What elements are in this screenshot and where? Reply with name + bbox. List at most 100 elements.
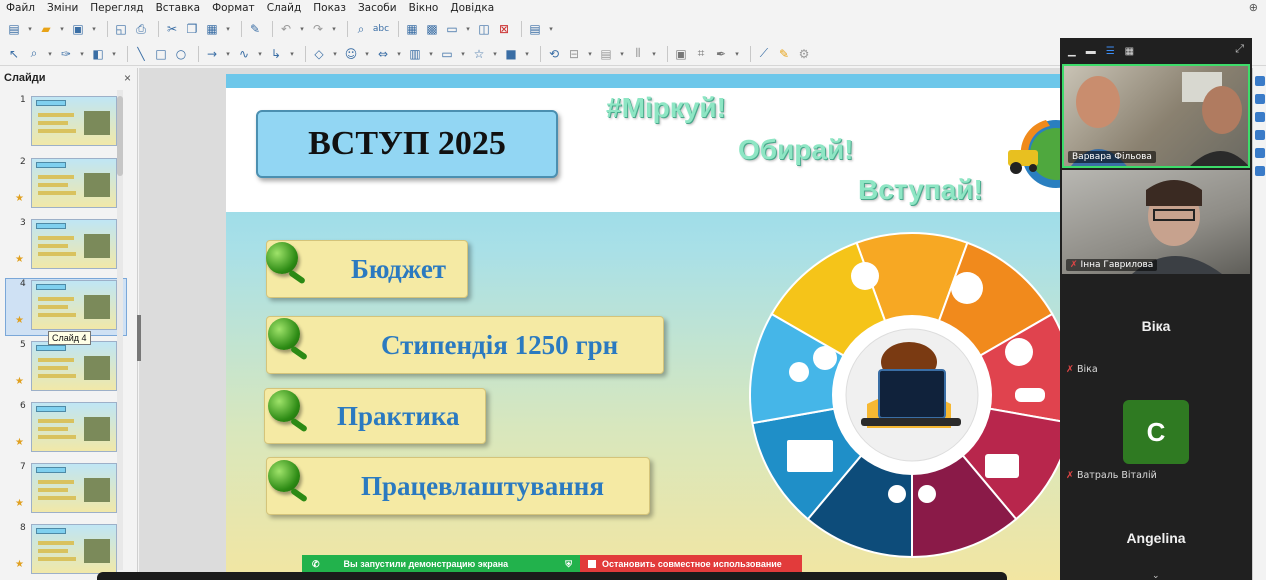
close-icon[interactable]: ×	[124, 71, 131, 85]
callout-dropdown-icon[interactable]: ▾	[459, 46, 467, 62]
arrange-dropdown-icon[interactable]: ▾	[618, 46, 626, 62]
slide-title[interactable]: ВСТУП 2025	[256, 110, 558, 178]
open-dropdown-icon[interactable]: ▾	[58, 21, 66, 37]
stop-share-button[interactable]: Остановить совместное использование	[580, 555, 802, 573]
menu-view[interactable]: Перегляд	[90, 2, 143, 14]
table-icon[interactable]: ▦	[404, 21, 420, 37]
arrow-dropdown-icon[interactable]: ▾	[224, 46, 232, 62]
curve-icon[interactable]: ∿	[236, 46, 252, 62]
delete-slide-icon[interactable]: ⊠	[496, 21, 512, 37]
slide-thumbnail[interactable]: 4 ★	[5, 278, 127, 336]
rotate-icon[interactable]: ⟲	[546, 46, 562, 62]
flowchart-dropdown-icon[interactable]: ▾	[427, 46, 435, 62]
open-icon[interactable]: ▰	[38, 21, 54, 37]
speaker-view-icon[interactable]: ▬	[1086, 46, 1096, 57]
clone-icon[interactable]: ✎	[247, 21, 263, 37]
filter-icon[interactable]: ✒	[713, 46, 729, 62]
menu-format[interactable]: Формат	[212, 2, 255, 14]
save-dropdown-icon[interactable]: ▾	[90, 21, 98, 37]
globe-icon[interactable]: ⊕	[1249, 1, 1258, 14]
paste-dropdown-icon[interactable]: ▾	[224, 21, 232, 37]
stars-dropdown-icon[interactable]: ▾	[491, 46, 499, 62]
current-slide[interactable]: ВСТУП 2025 #Міркуй! Обирай! Вступай! Бюд…	[226, 74, 1060, 580]
distribute-dropdown-icon[interactable]: ▾	[650, 46, 658, 62]
cut-icon[interactable]: ✂	[164, 21, 180, 37]
navigator-icon[interactable]	[1254, 130, 1265, 140]
copy-icon[interactable]: ❐	[184, 21, 200, 37]
symbol-shapes-icon[interactable]: ☺	[343, 46, 359, 62]
grid-icon[interactable]: ▩	[424, 21, 440, 37]
new-dropdown-icon[interactable]: ▾	[26, 21, 34, 37]
line-color-icon[interactable]: ✑	[58, 46, 74, 62]
basic-shapes-dropdown-icon[interactable]: ▾	[331, 46, 339, 62]
gallery-icon[interactable]	[1254, 112, 1265, 122]
menu-edit[interactable]: Зміни	[47, 2, 78, 14]
transition-icon[interactable]	[1254, 166, 1265, 176]
save-icon[interactable]: ▣	[70, 21, 86, 37]
menu-file[interactable]: Файл	[6, 2, 35, 14]
participant-video-tile[interactable]: Варвара Фільова	[1062, 64, 1250, 168]
participant-video-tile[interactable]: ✗ Інна Гаврилова	[1062, 170, 1250, 274]
rectangle-icon[interactable]: □	[153, 46, 169, 62]
slogan-think[interactable]: #Міркуй!	[606, 92, 726, 124]
participant-tile-name[interactable]: Віка	[1060, 318, 1252, 334]
scroll-down-icon[interactable]: ⌄	[1152, 570, 1160, 580]
strip-view-icon[interactable]: ☰	[1106, 46, 1115, 57]
redo-dropdown-icon[interactable]: ▾	[330, 21, 338, 37]
find-icon[interactable]: ⌕	[353, 21, 369, 37]
line-icon[interactable]: ╲	[133, 46, 149, 62]
menu-help[interactable]: Довідка	[450, 2, 494, 14]
layout-dropdown-icon[interactable]: ▾	[547, 21, 555, 37]
gallery-view-icon[interactable]: ▦	[1125, 46, 1134, 57]
basic-shapes-icon[interactable]: ◇	[311, 46, 327, 62]
slide-thumbnail[interactable]: 5 ★	[6, 340, 126, 396]
zoom-icon[interactable]: ⌕	[26, 46, 42, 62]
participant-tile-name[interactable]: Angelina	[1060, 530, 1252, 546]
distribute-icon[interactable]: ⫴	[630, 46, 646, 62]
minimize-icon[interactable]: ▁	[1068, 46, 1076, 57]
item-employment[interactable]: Працевлаштування	[266, 457, 650, 515]
line-color-dropdown-icon[interactable]: ▾	[78, 46, 86, 62]
stars-icon[interactable]: ☆	[471, 46, 487, 62]
ellipse-icon[interactable]: ○	[173, 46, 189, 62]
menu-slideshow[interactable]: Показ	[313, 2, 346, 14]
3d-dropdown-icon[interactable]: ▾	[523, 46, 531, 62]
menu-insert[interactable]: Вставка	[156, 2, 201, 14]
redo-icon[interactable]: ↷	[310, 21, 326, 37]
views-dropdown-icon[interactable]: ▾	[464, 21, 472, 37]
zoom-dropdown-icon[interactable]: ▾	[46, 46, 54, 62]
align-icon[interactable]: ⊟	[566, 46, 582, 62]
fill-color-dropdown-icon[interactable]: ▾	[110, 46, 118, 62]
slides-scrollbar[interactable]	[117, 90, 123, 570]
master-slide-icon[interactable]: ◫	[476, 21, 492, 37]
flowchart-icon[interactable]: ▥	[407, 46, 423, 62]
undo-dropdown-icon[interactable]: ▾	[298, 21, 306, 37]
slogan-choose[interactable]: Обирай!	[738, 134, 854, 166]
3d-icon[interactable]: ■	[503, 46, 519, 62]
undo-icon[interactable]: ↶	[278, 21, 294, 37]
connector-dropdown-icon[interactable]: ▾	[288, 46, 296, 62]
panel-splitter[interactable]	[137, 315, 141, 361]
item-scholarship[interactable]: Стипендія 1250 грн	[266, 316, 664, 374]
menu-tools[interactable]: Засоби	[358, 2, 397, 14]
filter-dropdown-icon[interactable]: ▾	[733, 46, 741, 62]
export-pdf-icon[interactable]: ◱	[113, 21, 129, 37]
symbol-shapes-dropdown-icon[interactable]: ▾	[363, 46, 371, 62]
animation-icon[interactable]	[1254, 148, 1265, 158]
styles-icon[interactable]	[1254, 94, 1265, 104]
print-icon[interactable]: ⎙	[133, 21, 149, 37]
properties-icon[interactable]	[1254, 76, 1265, 86]
slide-layout-icon[interactable]: ▤	[527, 21, 543, 37]
spellcheck-icon[interactable]: abc	[373, 21, 389, 37]
toggle-extrusion-icon[interactable]: ⚙	[796, 46, 812, 62]
align-dropdown-icon[interactable]: ▾	[586, 46, 594, 62]
block-arrows-dropdown-icon[interactable]: ▾	[395, 46, 403, 62]
display-views-icon[interactable]: ▭	[444, 21, 460, 37]
menu-window[interactable]: Вікно	[409, 2, 439, 14]
select-icon[interactable]: ↖	[6, 46, 22, 62]
arrow-icon[interactable]: →	[204, 46, 220, 62]
slide-thumbnail[interactable]: 3 ★	[6, 218, 126, 274]
slide-thumbnail[interactable]: 7 ★	[6, 462, 126, 518]
arrange-icon[interactable]: ▤	[598, 46, 614, 62]
curve-dropdown-icon[interactable]: ▾	[256, 46, 264, 62]
